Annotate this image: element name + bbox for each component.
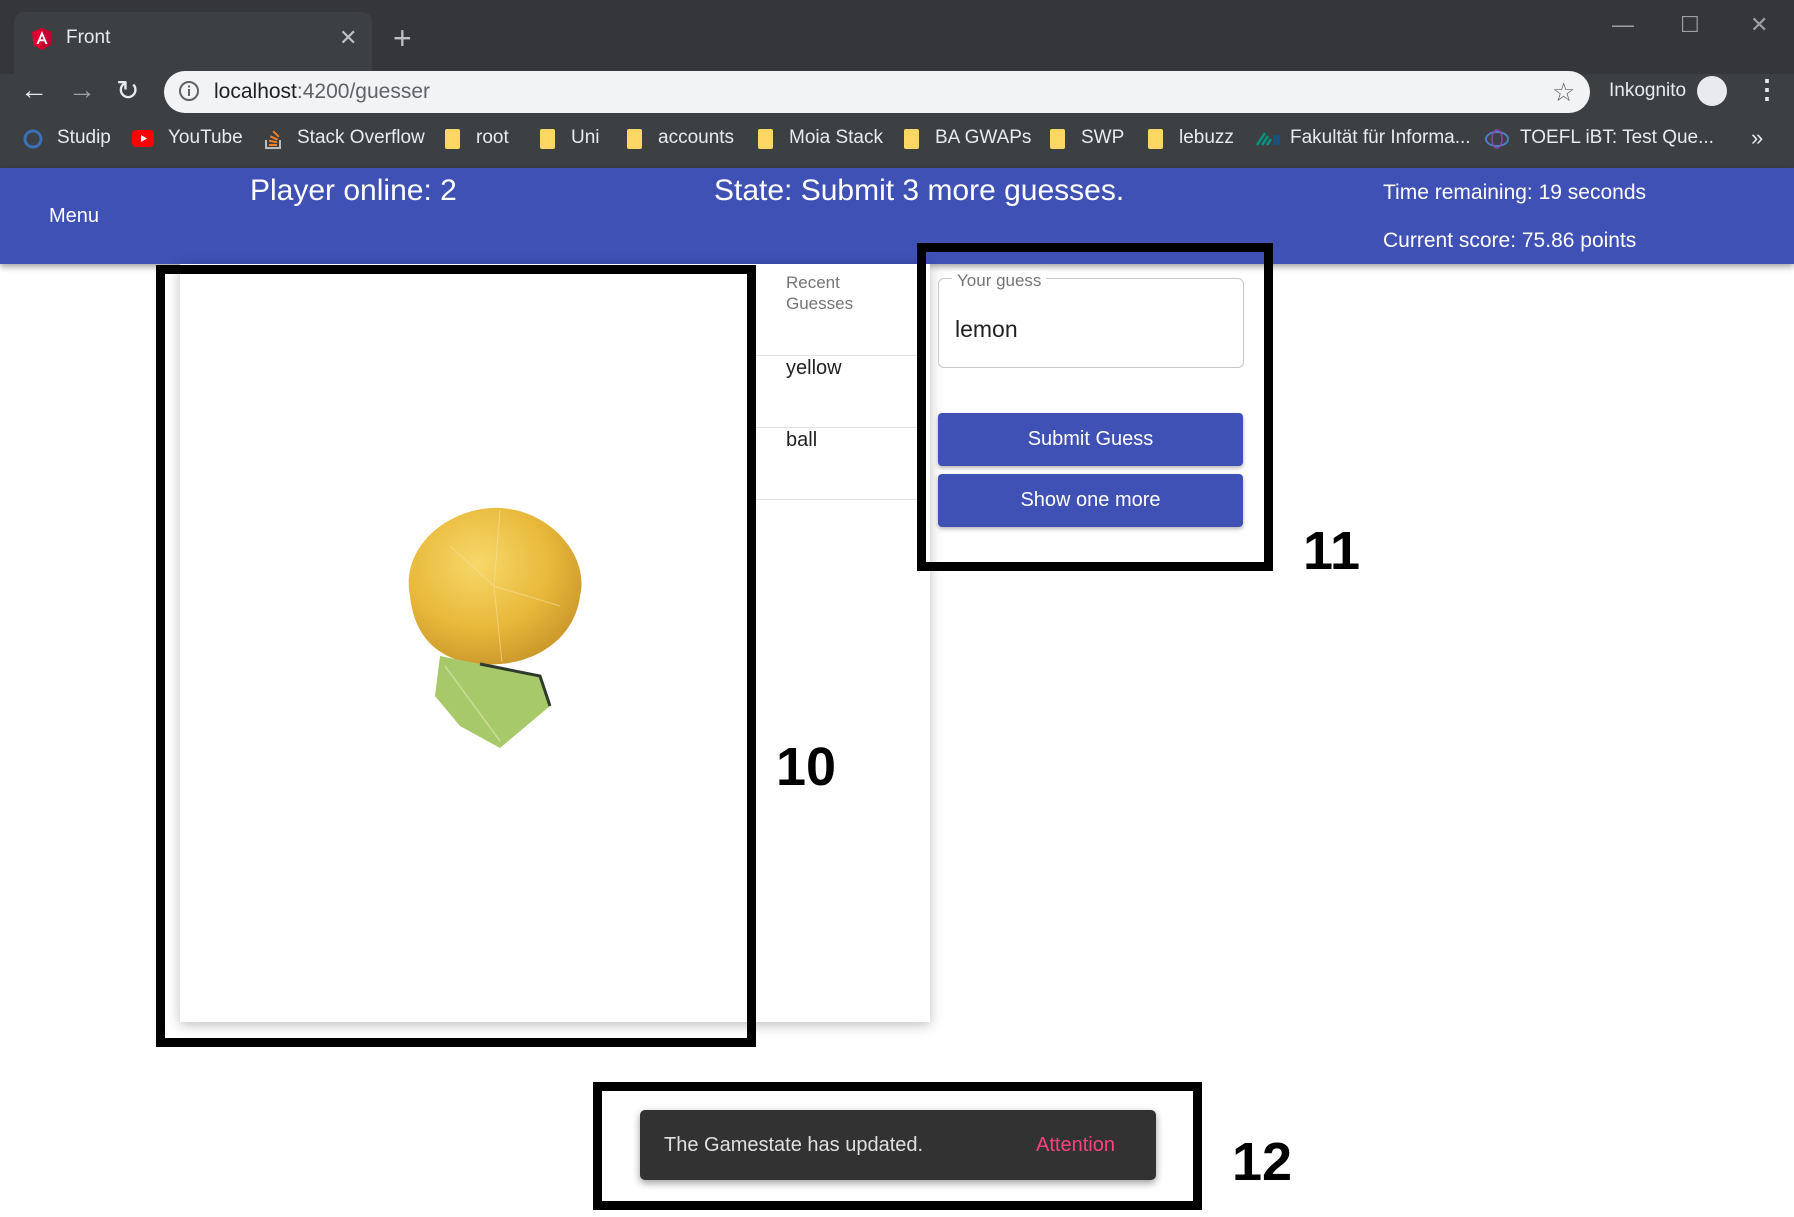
bookmark-toefl[interactable]: TOEFL iBT: Test Que... [1520,127,1714,149]
bookmark-folder-ba-gwaps[interactable]: BA GWAPs [935,127,1031,149]
studip-icon [23,129,43,149]
game-state-text: State: Submit 3 more guesses. [714,174,1125,207]
recent-guesses-header: Recent Guesses [786,273,854,313]
back-icon[interactable]: ← [20,74,48,106]
minimize-icon[interactable]: — [1612,12,1634,38]
incognito-label: Inkognito [1609,80,1687,101]
players-online-text: Player online: 2 [250,174,457,207]
bookmark-folder-root[interactable]: root [476,127,509,149]
folder-icon [1148,129,1163,149]
bookmark-star-icon[interactable]: ☆ [1552,77,1575,108]
stackoverflow-icon [265,130,281,149]
folder-icon [758,129,773,149]
bookmark-studip[interactable]: Studip [57,127,111,149]
folder-icon [445,129,460,149]
guess-item-text: ball [786,429,818,451]
tab-title: Front [66,27,111,48]
folder-icon [627,129,642,149]
annotation-box-form [917,243,1273,571]
more-bookmarks-icon[interactable]: » [1751,125,1763,151]
annotation-number: 11 [1303,521,1361,581]
window-close-icon[interactable]: ✕ [1750,12,1768,38]
guess-item-text: yellow [786,357,842,379]
folder-icon [904,129,919,149]
bookmark-youtube[interactable]: YouTube [168,127,243,149]
annotation-box-image [156,265,756,1047]
current-score-text: Current score: 75.86 points [1383,229,1637,252]
kit-icon [1255,132,1280,146]
youtube-icon [132,130,154,147]
bookmark-stack-overflow[interactable]: Stack Overflow [297,127,425,149]
annotation-number: 10 [776,737,837,797]
url-host: localhost [214,80,297,103]
bookmark-folder-swp[interactable]: SWP [1081,127,1124,149]
bookmark-folder-accounts[interactable]: accounts [658,127,734,149]
new-tab-icon[interactable]: + [393,20,412,57]
incognito-icon[interactable] [1697,76,1727,106]
angular-logo-icon [32,28,52,50]
reload-icon[interactable]: ↻ [116,74,139,107]
ets-icon [1485,129,1509,149]
menu-button[interactable]: Menu [49,205,99,228]
bookmark-folder-uni[interactable]: Uni [571,127,600,149]
annotation-number: 12 [1232,1132,1293,1192]
browser-menu-icon[interactable]: ⋮ [1754,74,1780,105]
folder-icon [540,129,555,149]
forward-icon[interactable]: → [68,74,96,106]
info-icon[interactable] [178,80,200,102]
tab-close-icon[interactable]: ✕ [339,25,357,51]
maximize-icon[interactable]: ☐ [1680,12,1700,38]
url-text[interactable]: localhost:4200/guesser [214,80,430,104]
bookmark-folder-moia-stack[interactable]: Moia Stack [789,127,883,149]
bookmark-folder-lebuzz[interactable]: lebuzz [1179,127,1234,149]
bookmark-fakultaet[interactable]: Fakultät für Informa... [1290,127,1471,149]
list-item [755,427,920,500]
annotation-box-snackbar [593,1082,1202,1210]
time-remaining-text: Time remaining: 19 seconds [1383,181,1647,204]
url-path: :4200/guesser [296,80,430,103]
list-divider [755,499,920,501]
folder-icon [1050,129,1065,149]
